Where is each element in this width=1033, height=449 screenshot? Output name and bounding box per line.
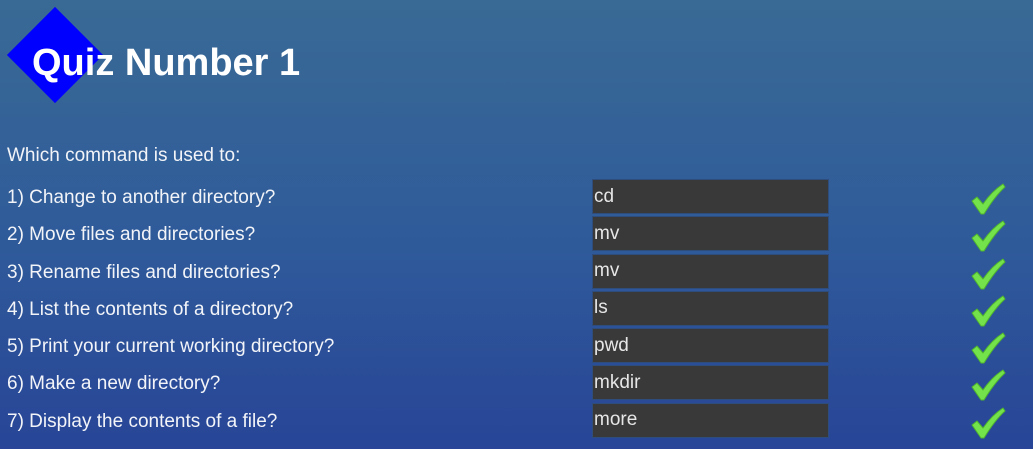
question-row-6: 6) Make a new directory? bbox=[0, 365, 1033, 402]
answer-input-3[interactable] bbox=[592, 253, 829, 289]
check-icon bbox=[968, 257, 1008, 291]
answer-input-4[interactable] bbox=[592, 290, 829, 326]
question-label: 1) Change to another directory? bbox=[7, 187, 276, 208]
quiz-prompt: Which command is used to: bbox=[7, 145, 241, 166]
check-icon bbox=[968, 219, 1008, 253]
check-icon bbox=[968, 182, 1008, 216]
check-icon bbox=[968, 294, 1008, 328]
question-label: 5) Print your current working directory? bbox=[7, 336, 335, 358]
question-label: 6) Make a new directory? bbox=[7, 373, 221, 395]
question-list: 1) Change to another directory? 2) Move … bbox=[0, 179, 1033, 440]
question-row-4: 4) List the contents of a directory? bbox=[0, 290, 1033, 328]
page-title: Quiz Number 1 bbox=[32, 42, 301, 84]
answer-input-2[interactable] bbox=[592, 216, 829, 252]
question-row-2: 2) Move files and directories? bbox=[0, 216, 1033, 253]
quiz-header: Quiz Number 1 bbox=[0, 0, 1033, 120]
question-row-1: 1) Change to another directory? bbox=[0, 179, 1033, 216]
question-row-7: 7) Display the contents of a file? bbox=[0, 402, 1033, 440]
question-label: 3) Rename files and directories? bbox=[7, 261, 281, 283]
question-label: 7) Display the contents of a file? bbox=[7, 410, 278, 432]
answer-input-1[interactable] bbox=[592, 179, 829, 214]
answer-input-6[interactable] bbox=[592, 365, 829, 401]
check-icon bbox=[968, 331, 1008, 365]
question-label: 2) Move files and directories? bbox=[7, 224, 256, 246]
question-row-5: 5) Print your current working directory? bbox=[0, 328, 1033, 365]
answer-input-5[interactable] bbox=[592, 328, 829, 364]
check-icon bbox=[968, 368, 1008, 402]
answer-input-7[interactable] bbox=[592, 402, 829, 438]
check-icon bbox=[968, 406, 1008, 440]
question-row-3: 3) Rename files and directories? bbox=[0, 253, 1033, 291]
question-label: 4) List the contents of a directory? bbox=[7, 298, 294, 320]
